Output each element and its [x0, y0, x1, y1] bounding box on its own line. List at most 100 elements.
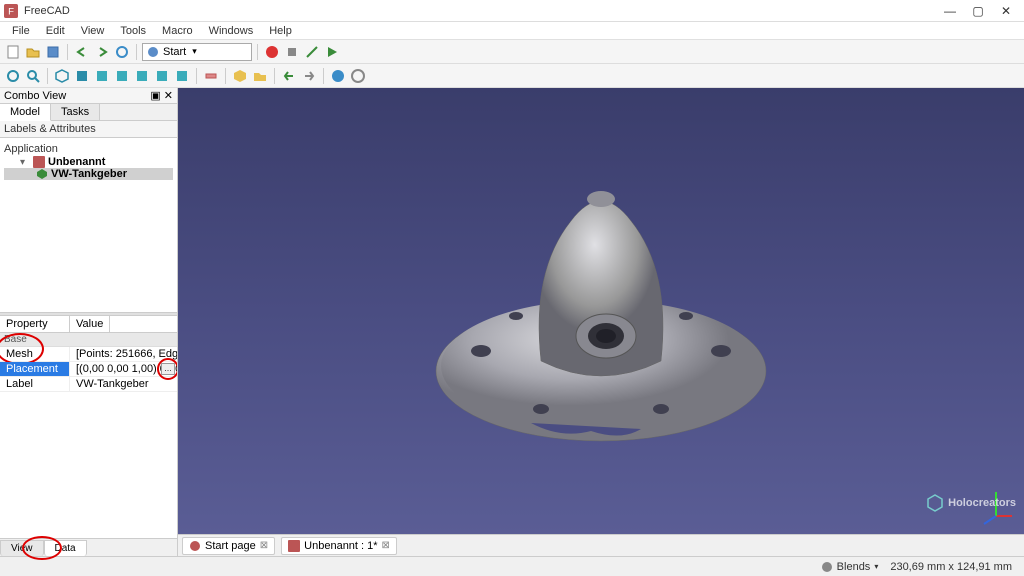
statusbar: Blends ▾ 230,69 mm x 124,91 mm [0, 556, 1024, 576]
tab-data[interactable]: Data [44, 540, 87, 556]
property-rows: Base Mesh [Points: 251666, Edges: 751887… [0, 333, 177, 538]
top-icon[interactable] [93, 67, 111, 85]
status-blends[interactable]: Blends [837, 561, 871, 573]
menu-help[interactable]: Help [261, 23, 300, 39]
document-icon [288, 540, 300, 552]
front-icon[interactable] [73, 67, 91, 85]
minimize-button[interactable]: — [936, 2, 964, 20]
mesh-render [411, 161, 791, 461]
combo-tabs: Model Tasks [0, 104, 177, 121]
maximize-button[interactable]: ▢ [964, 2, 992, 20]
iso-icon[interactable] [53, 67, 71, 85]
tree-area[interactable]: Application ▾ Unbenannt VW-Tankgeber [0, 138, 177, 312]
part-icon[interactable] [231, 67, 249, 85]
panel-header: Combo View ▣ ✕ [0, 88, 177, 104]
menu-macro[interactable]: Macro [154, 23, 201, 39]
separator [257, 44, 258, 60]
menu-tools[interactable]: Tools [112, 23, 154, 39]
tab-start-label: Start page [205, 540, 256, 552]
undo-icon[interactable] [73, 43, 91, 61]
prop-expand-button[interactable]: … [161, 363, 175, 375]
tree-document[interactable]: ▾ Unbenannt [4, 156, 173, 168]
prop-mesh-value: [Points: 251666, Edges: 751887, F... [70, 347, 177, 361]
save-icon[interactable] [44, 43, 62, 61]
close-button[interactable]: ✕ [992, 2, 1020, 20]
prop-mesh[interactable]: Mesh [Points: 251666, Edges: 751887, F..… [0, 347, 177, 362]
open-icon[interactable] [24, 43, 42, 61]
watermark-text: Holocreators [948, 497, 1016, 509]
svg-text:F: F [8, 6, 14, 17]
chevron-down-icon[interactable]: ▾ [20, 157, 30, 168]
start-icon [189, 540, 201, 552]
redo-icon[interactable] [93, 43, 111, 61]
macro-run-icon[interactable] [323, 43, 341, 61]
workbench-label: Start [163, 46, 186, 58]
property-header: Property Value [0, 316, 177, 333]
tab-view[interactable]: View [0, 540, 44, 556]
prop-label-key: Label [0, 377, 70, 391]
tree-root[interactable]: Application [4, 142, 173, 156]
panel-float-icon[interactable]: ▣ [150, 89, 160, 102]
mesh-icon [36, 168, 48, 180]
property-tabs: View Data [0, 538, 177, 556]
menu-edit[interactable]: Edit [38, 23, 73, 39]
macro-record-icon[interactable] [263, 43, 281, 61]
web-icon[interactable] [329, 67, 347, 85]
tree-document-label: Unbenannt [48, 156, 105, 168]
separator [47, 68, 48, 84]
prop-label[interactable]: Label VW-Tankgeber [0, 377, 177, 392]
measure-icon[interactable] [202, 67, 220, 85]
close-icon[interactable]: ⊠ [382, 540, 390, 551]
tab-model[interactable]: Model [0, 104, 51, 121]
nav-back-icon[interactable] [280, 67, 298, 85]
group-base[interactable]: Base [0, 333, 177, 347]
property-panel: Property Value Base Mesh [Points: 251666… [0, 316, 177, 556]
window-title: FreeCAD [24, 5, 936, 17]
tab-doc-label: Unbenannt : 1* [304, 540, 377, 552]
tab-tasks[interactable]: Tasks [51, 104, 100, 120]
tree-item-mesh[interactable]: VW-Tankgeber [4, 168, 173, 180]
panel-title: Combo View [4, 90, 66, 102]
separator [67, 44, 68, 60]
tab-startpage[interactable]: Start page ⊠ [182, 537, 275, 555]
macro-stop-icon[interactable] [283, 43, 301, 61]
panel-close-icon[interactable]: ✕ [164, 89, 173, 102]
combo-view-panel: Combo View ▣ ✕ Model Tasks Labels & Attr… [0, 88, 178, 556]
close-icon[interactable]: ⊠ [260, 540, 268, 551]
prop-placement[interactable]: Placement [(0,00 0,00 1,00);0,00 °;(0,00… [0, 362, 177, 377]
new-doc-icon[interactable] [4, 43, 22, 61]
separator [196, 68, 197, 84]
toolbar-view [0, 64, 1024, 88]
tree-item-label: VW-Tankgeber [51, 168, 127, 180]
toolbar-file: Start [0, 40, 1024, 64]
help-icon[interactable] [349, 67, 367, 85]
tree-header: Labels & Attributes [0, 121, 177, 138]
nav-fwd-icon[interactable] [300, 67, 318, 85]
menu-file[interactable]: File [4, 23, 38, 39]
menubar: File Edit View Tools Macro Windows Help [0, 22, 1024, 40]
separator [136, 44, 137, 60]
document-tabs: Start page ⊠ Unbenannt : 1* ⊠ [178, 534, 1024, 556]
prop-placement-key: Placement [0, 362, 70, 376]
menu-windows[interactable]: Windows [201, 23, 262, 39]
3d-viewport[interactable]: Holocreators [178, 88, 1024, 534]
macro-edit-icon[interactable] [303, 43, 321, 61]
fit-icon[interactable] [4, 67, 22, 85]
separator [274, 68, 275, 84]
tab-document[interactable]: Unbenannt : 1* ⊠ [281, 537, 397, 555]
refresh-icon[interactable] [113, 43, 131, 61]
prop-mesh-key: Mesh [0, 347, 70, 361]
left-icon[interactable] [173, 67, 191, 85]
group-icon[interactable] [251, 67, 269, 85]
right-icon[interactable] [113, 67, 131, 85]
bottom-icon[interactable] [153, 67, 171, 85]
document-icon [33, 156, 45, 168]
menu-view[interactable]: View [73, 23, 113, 39]
rear-icon[interactable] [133, 67, 151, 85]
status-dimensions: 230,69 mm x 124,91 mm [890, 561, 1012, 573]
header-property: Property [0, 316, 70, 332]
separator [323, 68, 324, 84]
workbench-dropdown[interactable]: Start [142, 43, 252, 61]
separator [225, 68, 226, 84]
zoom-fit-icon[interactable] [24, 67, 42, 85]
